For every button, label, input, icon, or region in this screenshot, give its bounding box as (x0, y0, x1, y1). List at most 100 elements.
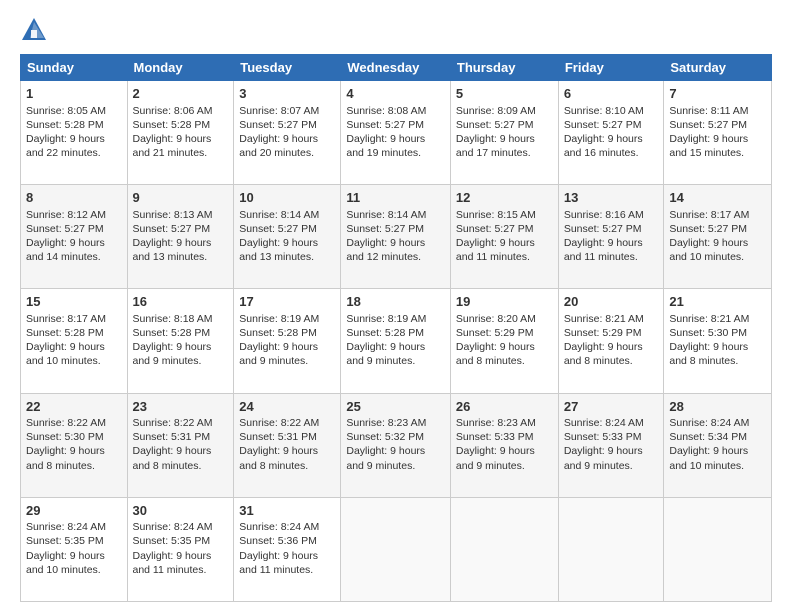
day-info-line: Sunset: 5:35 PM (133, 534, 229, 548)
day-info-line: and 8 minutes. (456, 354, 553, 368)
day-info-line: Daylight: 9 hours (456, 444, 553, 458)
cal-cell (664, 497, 772, 601)
cal-cell: 12Sunrise: 8:15 AMSunset: 5:27 PMDayligh… (450, 185, 558, 289)
day-info-line: Sunset: 5:31 PM (133, 430, 229, 444)
day-info-line: Sunset: 5:27 PM (346, 118, 445, 132)
day-number: 25 (346, 398, 445, 416)
cal-cell: 7Sunrise: 8:11 AMSunset: 5:27 PMDaylight… (664, 81, 772, 185)
page: SundayMondayTuesdayWednesdayThursdayFrid… (0, 0, 792, 612)
day-info-line: and 8 minutes. (26, 459, 122, 473)
day-info-line: Sunrise: 8:24 AM (239, 520, 335, 534)
day-info-line: and 22 minutes. (26, 146, 122, 160)
day-info-line: Sunset: 5:27 PM (564, 118, 659, 132)
day-info-line: Daylight: 9 hours (564, 132, 659, 146)
day-number: 5 (456, 85, 553, 103)
day-number: 11 (346, 189, 445, 207)
day-info-line: Daylight: 9 hours (239, 549, 335, 563)
day-info-line: Daylight: 9 hours (133, 132, 229, 146)
cal-cell: 31Sunrise: 8:24 AMSunset: 5:36 PMDayligh… (234, 497, 341, 601)
day-number: 26 (456, 398, 553, 416)
logo-icon (20, 16, 48, 44)
day-info-line: Daylight: 9 hours (456, 132, 553, 146)
day-number: 29 (26, 502, 122, 520)
day-info-line: Daylight: 9 hours (346, 132, 445, 146)
day-info-line: and 9 minutes. (346, 354, 445, 368)
day-info-line: Sunrise: 8:14 AM (346, 208, 445, 222)
day-number: 10 (239, 189, 335, 207)
day-number: 28 (669, 398, 766, 416)
day-info-line: Daylight: 9 hours (26, 340, 122, 354)
day-info-line: Sunset: 5:33 PM (564, 430, 659, 444)
day-info-line: and 9 minutes. (346, 459, 445, 473)
col-header-thursday: Thursday (450, 55, 558, 81)
cal-cell: 9Sunrise: 8:13 AMSunset: 5:27 PMDaylight… (127, 185, 234, 289)
cal-cell: 29Sunrise: 8:24 AMSunset: 5:35 PMDayligh… (21, 497, 128, 601)
day-info-line: Sunrise: 8:16 AM (564, 208, 659, 222)
cal-cell (341, 497, 451, 601)
day-info-line: and 10 minutes. (669, 250, 766, 264)
cal-cell: 23Sunrise: 8:22 AMSunset: 5:31 PMDayligh… (127, 393, 234, 497)
col-header-friday: Friday (558, 55, 664, 81)
day-info-line: and 8 minutes. (239, 459, 335, 473)
header (20, 16, 772, 44)
cal-cell: 2Sunrise: 8:06 AMSunset: 5:28 PMDaylight… (127, 81, 234, 185)
day-number: 21 (669, 293, 766, 311)
day-number: 4 (346, 85, 445, 103)
day-number: 20 (564, 293, 659, 311)
col-header-tuesday: Tuesday (234, 55, 341, 81)
day-number: 9 (133, 189, 229, 207)
day-info-line: Sunrise: 8:13 AM (133, 208, 229, 222)
day-info-line: Sunset: 5:27 PM (346, 222, 445, 236)
day-number: 31 (239, 502, 335, 520)
day-info-line: Sunrise: 8:06 AM (133, 104, 229, 118)
cal-cell: 11Sunrise: 8:14 AMSunset: 5:27 PMDayligh… (341, 185, 451, 289)
cal-cell: 19Sunrise: 8:20 AMSunset: 5:29 PMDayligh… (450, 289, 558, 393)
day-info-line: Daylight: 9 hours (346, 236, 445, 250)
day-info-line: Sunrise: 8:11 AM (669, 104, 766, 118)
day-info-line: Daylight: 9 hours (239, 444, 335, 458)
day-number: 18 (346, 293, 445, 311)
cal-cell (450, 497, 558, 601)
cal-cell: 15Sunrise: 8:17 AMSunset: 5:28 PMDayligh… (21, 289, 128, 393)
day-info-line: Sunset: 5:36 PM (239, 534, 335, 548)
cal-cell: 13Sunrise: 8:16 AMSunset: 5:27 PMDayligh… (558, 185, 664, 289)
day-info-line: Daylight: 9 hours (564, 340, 659, 354)
day-info-line: Sunset: 5:27 PM (239, 118, 335, 132)
day-info-line: Sunset: 5:27 PM (669, 118, 766, 132)
day-info-line: Daylight: 9 hours (26, 444, 122, 458)
day-number: 16 (133, 293, 229, 311)
col-header-saturday: Saturday (664, 55, 772, 81)
day-info-line: and 9 minutes. (133, 354, 229, 368)
day-info-line: Daylight: 9 hours (564, 236, 659, 250)
day-info-line: Sunset: 5:31 PM (239, 430, 335, 444)
day-info-line: Sunrise: 8:19 AM (346, 312, 445, 326)
day-info-line: Daylight: 9 hours (669, 444, 766, 458)
col-header-sunday: Sunday (21, 55, 128, 81)
day-info-line: and 15 minutes. (669, 146, 766, 160)
day-info-line: Sunrise: 8:23 AM (346, 416, 445, 430)
day-info-line: Sunrise: 8:24 AM (26, 520, 122, 534)
calendar-header-row: SundayMondayTuesdayWednesdayThursdayFrid… (21, 55, 772, 81)
day-info-line: Sunset: 5:27 PM (564, 222, 659, 236)
day-number: 17 (239, 293, 335, 311)
cal-cell (558, 497, 664, 601)
cal-cell: 8Sunrise: 8:12 AMSunset: 5:27 PMDaylight… (21, 185, 128, 289)
day-info-line: Daylight: 9 hours (133, 444, 229, 458)
day-info-line: Sunrise: 8:23 AM (456, 416, 553, 430)
day-info-line: and 19 minutes. (346, 146, 445, 160)
day-number: 8 (26, 189, 122, 207)
day-info-line: and 17 minutes. (456, 146, 553, 160)
day-number: 13 (564, 189, 659, 207)
day-info-line: Sunrise: 8:14 AM (239, 208, 335, 222)
day-info-line: Sunrise: 8:10 AM (564, 104, 659, 118)
day-info-line: Sunset: 5:35 PM (26, 534, 122, 548)
day-info-line: Sunrise: 8:07 AM (239, 104, 335, 118)
day-info-line: Sunrise: 8:18 AM (133, 312, 229, 326)
day-info-line: Sunset: 5:34 PM (669, 430, 766, 444)
cal-cell: 1Sunrise: 8:05 AMSunset: 5:28 PMDaylight… (21, 81, 128, 185)
day-info-line: and 20 minutes. (239, 146, 335, 160)
day-info-line: Sunset: 5:28 PM (133, 326, 229, 340)
day-info-line: Daylight: 9 hours (26, 236, 122, 250)
cal-cell: 30Sunrise: 8:24 AMSunset: 5:35 PMDayligh… (127, 497, 234, 601)
day-info-line: and 8 minutes. (564, 354, 659, 368)
